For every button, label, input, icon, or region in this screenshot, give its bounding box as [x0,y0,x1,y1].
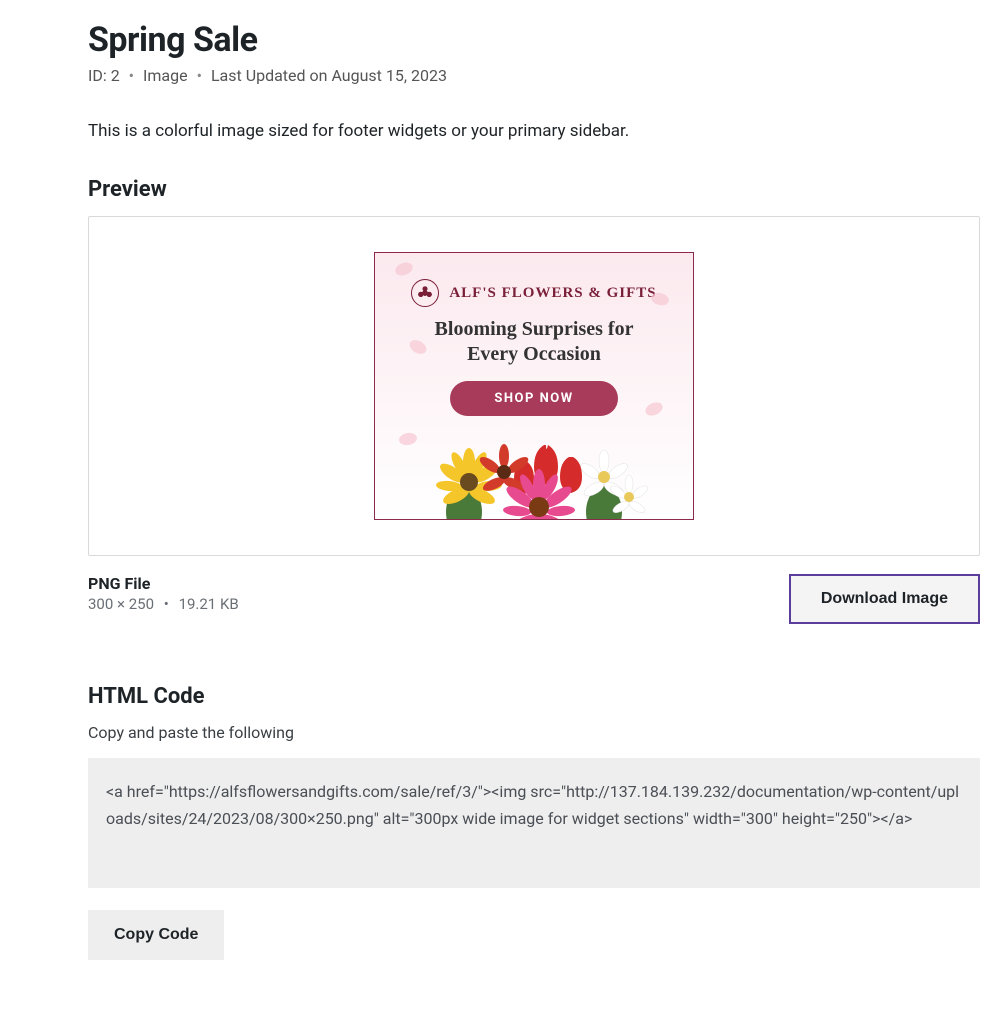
ad-brand-name: ALF'S FLOWERS & GIFTS [449,285,656,302]
file-info: PNG File 300 × 250 • 19.21 KB [88,574,239,613]
preview-heading: Preview [88,177,980,202]
html-code-box[interactable]: <a href="https://alfsflowersandgifts.com… [88,758,980,888]
preview-box: ALF'S FLOWERS & GIFTS Blooming Surprises… [88,216,980,556]
separator-dot: • [164,595,169,613]
html-code-subheading: Copy and paste the following [88,723,980,742]
file-meta: 300 × 250 • 19.21 KB [88,595,239,613]
ad-brand: ALF'S FLOWERS & GIFTS [375,279,693,307]
ad-shop-now-button: SHOP NOW [450,381,617,416]
file-dimensions: 300 × 250 [88,595,154,613]
flower-icon [411,279,439,307]
ad-image: ALF'S FLOWERS & GIFTS Blooming Surprises… [374,252,694,520]
html-code-heading: HTML Code [88,684,980,709]
description-text: This is a colorful image sized for foote… [88,121,980,141]
updated-label: Last Updated on August 15, 2023 [211,66,447,85]
separator-dot: • [197,66,202,85]
file-type-label: PNG File [88,574,239,593]
page-meta: ID: 2 • Image • Last Updated on August 1… [88,66,980,85]
download-image-button[interactable]: Download Image [789,574,980,624]
id-label: ID: 2 [88,66,120,85]
copy-code-button[interactable]: Copy Code [88,910,224,960]
type-label: Image [143,66,188,85]
page-title: Spring Sale [88,20,980,60]
file-size: 19.21 KB [179,595,239,613]
flowers-illustration [404,417,664,520]
separator-dot: • [129,66,134,85]
